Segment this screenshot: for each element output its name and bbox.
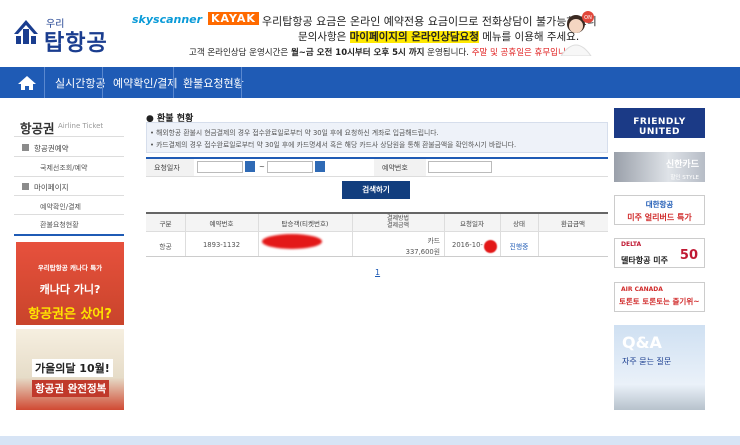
footer-bar (0, 436, 740, 445)
nav-divider (44, 67, 45, 98)
ad-canada-banner[interactable]: 우리탑항공 캐나다 특가 캐나다 가니? 항공권은 샀어? (16, 242, 124, 325)
sidebar-divider (14, 156, 124, 157)
logo-icon[interactable] (12, 18, 40, 46)
banner-line-2: 문의사항은 마이페이지의 온라인상담요청 메뉴를 이용해 주세요. (298, 31, 580, 43)
nav-realtime-flights[interactable]: 실시간항공 (55, 75, 106, 91)
cell-type: 항공 (159, 243, 172, 251)
reservation-number-input[interactable] (428, 161, 492, 173)
sidebar-item-mypage[interactable]: 마이페이지 (34, 182, 69, 193)
col-header-refund: 환급금액 (561, 220, 585, 228)
cell-request-date: 2016-10- (452, 241, 483, 249)
ad-faq[interactable]: Q&A 자주 묻는 질문 (614, 325, 705, 410)
notice-line-2: • 카드결제의 경우 접수완료일로부터 약 30일 후에 카드명세서 혹은 해당… (150, 141, 517, 149)
banner-line-1: 우리탑항공 요금은 온라인 예약전용 요금이므로 전화상담이 불가능하오니 (262, 15, 597, 28)
redacted-date (484, 240, 497, 253)
nav-divider (241, 67, 242, 98)
search-button[interactable]: 검색하기 (342, 181, 410, 199)
pagination-page-1[interactable]: 1 (375, 268, 380, 277)
redacted-passenger (262, 234, 322, 249)
sidebar-divider (14, 214, 124, 215)
sidebar-bottom-rule (14, 234, 124, 236)
sidebar-subtitle: Airline Ticket (58, 122, 104, 130)
nav-refund-status[interactable]: 환불요청현황 (183, 75, 244, 91)
sidebar-item-intl-search[interactable]: 국제선조회/예약 (40, 163, 87, 173)
col-header-request-date: 요청일자 (460, 220, 484, 228)
banner-highlight: 마이페이지의 온라인상담요청 (349, 31, 479, 43)
nav-divider (173, 67, 174, 98)
sidebar-divider (14, 136, 124, 137)
ad-delta[interactable]: DELTA 델타항공 미주 50 (614, 238, 705, 268)
col-header-payment: 결제방법 결제금액 (386, 215, 410, 229)
ad-korean-air[interactable]: 대한항공 미주 얼리버드 특가 (614, 195, 705, 225)
table-bottom-rule (146, 256, 608, 257)
sidebar-item-flight-booking[interactable]: 항공권예약 (34, 143, 69, 154)
sidebar-divider (14, 195, 124, 196)
home-icon[interactable] (14, 73, 40, 93)
cell-status: 진행중 (509, 243, 529, 251)
cell-reservation[interactable]: 1893-1132 (185, 241, 258, 249)
nav-reservation-check[interactable]: 예약확인/결제 (113, 75, 177, 91)
arrow-right-icon (22, 183, 29, 190)
sidebar-item-reservation-check[interactable]: 예약확인/결제 (40, 202, 81, 212)
arrow-right-icon (22, 144, 29, 151)
col-header-status: 상태 (513, 220, 525, 228)
ad-shinhan-card[interactable]: 신한카드 할인 STYLE (614, 152, 705, 182)
cell-payment-amount: 337,600원 (405, 248, 440, 256)
kayak-logo: KAYAK (208, 12, 259, 25)
date-separator: ~ (259, 163, 265, 171)
cell-payment-method: 카드 (427, 237, 440, 245)
agent-avatar: ON (560, 11, 594, 56)
calendar-icon[interactable] (315, 161, 325, 172)
reservation-number-label: 예약번호 (382, 164, 408, 172)
col-header-reservation: 예약번호 (209, 220, 234, 228)
svg-text:ON: ON (584, 15, 592, 21)
ad-united[interactable]: FRIENDLY UNITED (614, 108, 705, 138)
sidebar-item-refund-status[interactable]: 환불요청현황 (40, 220, 79, 230)
col-header-passenger: 탑승객(티켓번호) (281, 220, 329, 228)
logo-text[interactable]: 탑항공 (44, 25, 108, 57)
sidebar-divider (14, 176, 124, 177)
end-date-input[interactable] (267, 161, 313, 173)
col-header-type: 구분 (159, 220, 172, 228)
start-date-input[interactable] (197, 161, 243, 173)
date-label: 요청일자 (154, 164, 180, 172)
calendar-icon[interactable] (245, 161, 255, 172)
ad-october-banner[interactable]: 가을의달 10월! 항공권 완전정복 (16, 329, 124, 410)
banner-line-3: 고객 온라인상담 운영시간은 월~금 오전 10시부터 오후 5시 까지 운영됩… (189, 48, 577, 58)
nav-divider (102, 67, 103, 98)
sidebar-title: 항공권 (20, 121, 55, 136)
skyscanner-logo: skyscanner (132, 13, 203, 26)
ad-air-canada[interactable]: AIR CANADA 토론토 토론토는 즐기위~ (614, 282, 705, 312)
notice-line-1: • 해외항공 환불시 현금결제의 경우 접수완료일로부터 약 30일 후에 요청… (150, 129, 439, 137)
main-nav (0, 67, 740, 98)
